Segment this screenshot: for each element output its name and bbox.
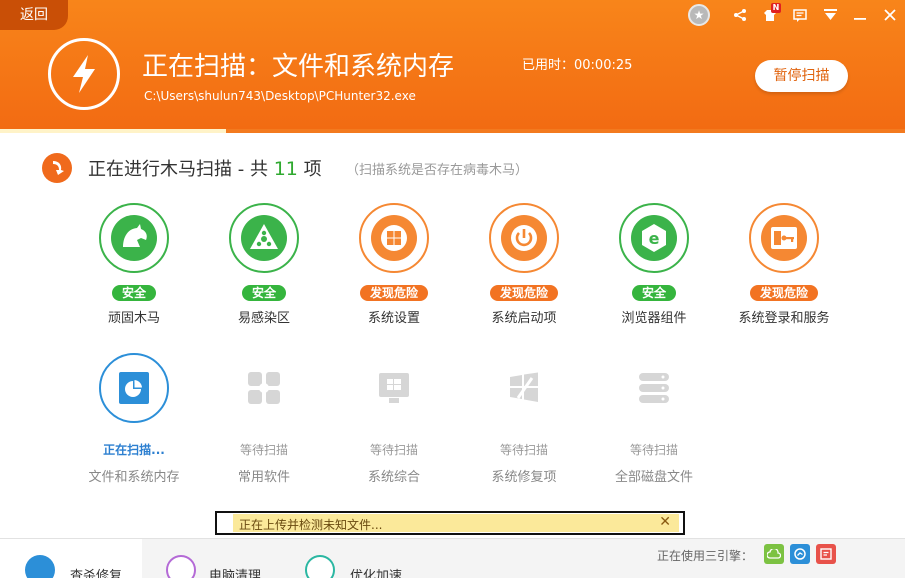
scan-title: 正在扫描：文件和系统内存 xyxy=(142,52,455,82)
qvm-engine-icon[interactable] xyxy=(816,544,836,564)
scan-item-label: 浏览器组件 xyxy=(621,311,687,326)
scan-item-label: 系统设置 xyxy=(367,311,420,326)
upload-notice: 正在上传并检测未知文件... ✕ xyxy=(215,511,685,535)
back-button[interactable]: 返回 xyxy=(0,0,68,30)
tab-virus-scan[interactable]: 查杀修复 xyxy=(0,539,142,578)
app-window: 返回 ★ N 正在扫描：文件和系统内存 C:\Users\shulun743\D… xyxy=(0,0,905,578)
scan-item-infection-zone[interactable]: 安全 易感染区 xyxy=(199,203,329,326)
minimize-icon[interactable] xyxy=(845,0,875,30)
section-hint: （扫描系统是否存在病毒木马） xyxy=(346,163,529,178)
section-title-prefix: 正在进行木马扫描 - 共 xyxy=(88,159,268,180)
skin-icon[interactable]: N xyxy=(755,0,785,30)
scan-status-text: 等待扫描 xyxy=(239,443,288,457)
scan-item-count: 11 xyxy=(273,158,298,180)
feedback-icon[interactable] xyxy=(785,0,815,30)
scan-file-path: C:\Users\shulun743\Desktop\PCHunter32.ex… xyxy=(144,89,416,103)
scan-engine-icon[interactable] xyxy=(790,544,810,564)
warning-triangle-icon xyxy=(229,203,299,273)
scan-progress-fill xyxy=(0,129,227,133)
status-badge: 安全 xyxy=(111,285,156,301)
scan-item-label: 系统登录和服务 xyxy=(738,311,830,326)
rocket-icon xyxy=(305,555,335,578)
windows-repair-icon xyxy=(489,353,559,423)
engine-label: 正在使用三引擎： xyxy=(657,549,754,563)
horse-icon xyxy=(99,203,169,273)
bolt-icon xyxy=(25,555,55,578)
scan-item-system-settings[interactable]: 发现危险 系统设置 xyxy=(329,203,459,326)
scan-status-text: 等待扫描 xyxy=(629,443,678,457)
share-icon[interactable] xyxy=(725,0,755,30)
apps-icon xyxy=(229,353,299,423)
status-badge: 发现危险 xyxy=(359,285,428,301)
menu-icon[interactable] xyxy=(815,0,845,30)
status-badge: 安全 xyxy=(241,285,286,301)
section-title: 正在进行木马扫描 - 共 11 项 xyxy=(88,155,322,181)
notice-close-icon[interactable]: ✕ xyxy=(659,514,671,530)
scan-item-label: 文件和系统内存 xyxy=(88,470,180,485)
upload-notice-text: 正在上传并检测未知文件... xyxy=(239,518,383,532)
scan-status-text: 等待扫描 xyxy=(369,443,418,457)
trojan-scan-icon xyxy=(42,153,72,183)
disk-stack-icon xyxy=(619,353,689,423)
tab-speedup[interactable]: 优化加速 xyxy=(284,539,426,578)
cloud-engine-icon[interactable] xyxy=(764,544,784,564)
status-badge: 安全 xyxy=(631,285,676,301)
titlebar-controls: N xyxy=(725,0,905,30)
tab-label: 优化加速 xyxy=(350,569,403,578)
medal-icon[interactable]: ★ xyxy=(688,4,710,26)
scan-item-common-software[interactable]: 等待扫描 常用软件 xyxy=(199,353,329,485)
section-title-suffix: 项 xyxy=(303,159,322,180)
pause-scan-button[interactable]: 暂停扫描 xyxy=(755,60,848,92)
scan-item-label: 常用软件 xyxy=(237,470,290,485)
header-banner: 返回 ★ N 正在扫描：文件和系统内存 C:\Users\shulun743\D… xyxy=(0,0,905,133)
scan-item-label: 系统启动项 xyxy=(491,311,557,326)
scan-status-text: 等待扫描 xyxy=(499,443,548,457)
scan-item-stubborn-trojan[interactable]: 安全 顽固木马 xyxy=(69,203,199,326)
scan-status-text: 正在扫描... xyxy=(103,443,165,457)
scan-item-system-repair[interactable]: 等待扫描 系统修复项 xyxy=(459,353,589,485)
tab-cleanup[interactable]: 电脑清理 xyxy=(142,539,284,578)
elapsed-time: 已用时：00:00:25 xyxy=(522,58,633,73)
scan-item-label: 顽固木马 xyxy=(107,311,160,326)
notification-badge: N xyxy=(771,3,781,13)
windows-monitor-icon xyxy=(359,353,429,423)
scan-item-label: 系统综合 xyxy=(367,470,420,485)
scan-item-label: 易感染区 xyxy=(237,311,290,326)
tab-label: 查杀修复 xyxy=(70,569,123,578)
scan-item-label: 全部磁盘文件 xyxy=(614,470,693,485)
svg-text:e: e xyxy=(649,229,660,248)
memory-chart-icon xyxy=(99,353,169,423)
scan-progress-bar xyxy=(0,129,905,133)
scan-item-startup[interactable]: 发现危险 系统启动项 xyxy=(459,203,589,326)
scan-item-label: 系统修复项 xyxy=(491,470,557,485)
bottom-nav-bar: 查杀修复 电脑清理 优化加速 正在使用三引擎： xyxy=(0,538,905,578)
scan-bolt-icon xyxy=(48,38,120,110)
power-icon xyxy=(489,203,559,273)
login-service-icon xyxy=(749,203,819,273)
broom-icon xyxy=(166,555,196,578)
status-badge: 发现危险 xyxy=(749,285,818,301)
scan-item-file-memory[interactable]: 正在扫描... 文件和系统内存 xyxy=(69,353,199,485)
scan-item-all-disks[interactable]: 等待扫描 全部磁盘文件 xyxy=(589,353,719,485)
windows-gear-icon xyxy=(359,203,429,273)
scan-item-system-general[interactable]: 等待扫描 系统综合 xyxy=(329,353,459,485)
status-badge: 发现危险 xyxy=(489,285,558,301)
ie-browser-icon: e xyxy=(619,203,689,273)
tab-label: 电脑清理 xyxy=(209,569,262,578)
scan-item-login-services[interactable]: 发现危险 系统登录和服务 xyxy=(719,203,849,326)
scan-item-browser-components[interactable]: e 安全 浏览器组件 xyxy=(589,203,719,326)
close-icon[interactable] xyxy=(875,0,905,30)
upload-notice-bar: 正在上传并检测未知文件... ✕ xyxy=(233,514,679,532)
